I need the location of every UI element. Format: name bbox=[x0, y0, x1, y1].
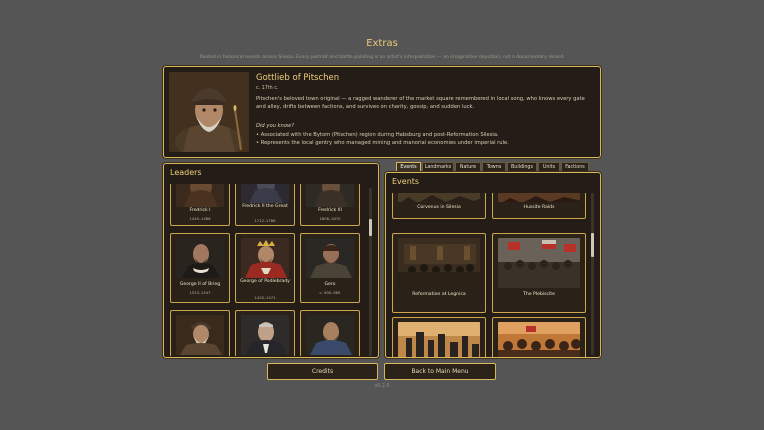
tab-factions[interactable]: Factions bbox=[561, 162, 589, 172]
event-card[interactable]: Corvenus in Silesia bbox=[392, 193, 486, 219]
event-card[interactable] bbox=[392, 317, 486, 357]
leader-dates: 1420–1471 bbox=[254, 295, 276, 300]
did-you-know-heading: Did you know? bbox=[256, 123, 295, 129]
leaders-grid: Fredrick I 1440–1486 Fredrick II the Gre… bbox=[168, 184, 368, 356]
event-card[interactable]: Reformation at Legnica bbox=[392, 233, 486, 313]
version-label: v0.2.0 bbox=[374, 384, 390, 389]
event-name: Hussite Raids bbox=[523, 205, 555, 210]
events-scrollbar[interactable] bbox=[591, 193, 594, 355]
leader-card[interactable] bbox=[300, 310, 360, 356]
leaders-panel: Leaders Fredrick I 1440–1486 Fredrick II… bbox=[163, 163, 379, 358]
leader-card[interactable]: Fredrick II the Great 1712–1786 bbox=[235, 184, 295, 226]
event-card[interactable] bbox=[492, 317, 586, 357]
leader-name: Fredrick II the Great bbox=[242, 204, 288, 209]
leader-card[interactable]: George II of Brieg 1523–1547 bbox=[170, 233, 230, 303]
leader-dates: 1523–1547 bbox=[189, 290, 211, 295]
leader-card[interactable]: George of Podiebrady 1420–1471 bbox=[235, 233, 295, 303]
leader-dates: c. 900–965 bbox=[319, 290, 341, 295]
tab-events[interactable]: Events bbox=[396, 162, 421, 172]
featured-facts: • Associated with the Bytom (Pitschen) r… bbox=[256, 131, 594, 147]
leader-dates: 1440–1486 bbox=[189, 216, 211, 221]
page-title: Extras bbox=[366, 38, 398, 49]
leader-card[interactable]: Fredrick III 1806–1870 bbox=[300, 184, 360, 226]
featured-portrait bbox=[169, 72, 249, 152]
events-panel: Events Corvenus in Silesia Hussite Raids… bbox=[385, 172, 601, 358]
featured-name: Gottlieb of Pitschen bbox=[256, 73, 340, 83]
leader-name: George of Podiebrady bbox=[240, 279, 290, 284]
leaders-title: Leaders bbox=[170, 168, 202, 177]
leader-card[interactable]: Gero c. 900–965 bbox=[300, 233, 360, 303]
fact-item: • Represents the local gentry who manage… bbox=[256, 140, 509, 147]
event-name: The Plebiscite bbox=[523, 292, 555, 297]
tab-units[interactable]: Units bbox=[538, 162, 560, 172]
events-title: Events bbox=[392, 177, 420, 186]
leader-card[interactable] bbox=[235, 310, 295, 356]
featured-character-panel: Gottlieb of Pitschen c. 17th c. Pitschen… bbox=[163, 66, 601, 158]
leader-name: Gero bbox=[324, 282, 336, 287]
tab-landmarks[interactable]: Landmarks bbox=[422, 162, 454, 172]
event-name: Corvenus in Silesia bbox=[417, 205, 461, 210]
leaders-scrollbar[interactable] bbox=[369, 188, 372, 356]
tab-nature[interactable]: Nature bbox=[455, 162, 481, 172]
event-name: Reformation at Legnica bbox=[412, 292, 466, 297]
events-scrollbar-thumb[interactable] bbox=[591, 233, 594, 257]
featured-description: Pitschen's beloved town original — a rag… bbox=[256, 96, 585, 110]
leader-dates: 1712–1786 bbox=[254, 218, 276, 223]
page-subtitle: Rooted in historical events across Siles… bbox=[199, 55, 565, 60]
leader-name: Fredrick III bbox=[318, 208, 342, 213]
leader-card[interactable]: Fredrick I 1440–1486 bbox=[170, 184, 230, 226]
leader-card[interactable] bbox=[170, 310, 230, 356]
tab-buildings[interactable]: Buildings bbox=[507, 162, 537, 172]
tab-towns[interactable]: Towns bbox=[482, 162, 506, 172]
leader-dates: 1806–1870 bbox=[319, 216, 341, 221]
leaders-scrollbar-thumb[interactable] bbox=[369, 219, 372, 236]
event-card[interactable]: The Plebiscite bbox=[492, 233, 586, 313]
featured-dates: c. 17th c. bbox=[256, 86, 279, 91]
credits-button[interactable]: Credits bbox=[267, 363, 378, 380]
leader-name: Fredrick I bbox=[189, 208, 211, 213]
events-grid: Corvenus in Silesia Hussite Raids Reform… bbox=[390, 193, 594, 357]
event-card[interactable]: Hussite Raids bbox=[492, 193, 586, 219]
fact-item: • Associated with the Bytom (Pitschen) r… bbox=[256, 132, 499, 138]
leader-name: George II of Brieg bbox=[179, 282, 221, 287]
back-to-main-menu-button[interactable]: Back to Main Menu bbox=[384, 363, 496, 380]
